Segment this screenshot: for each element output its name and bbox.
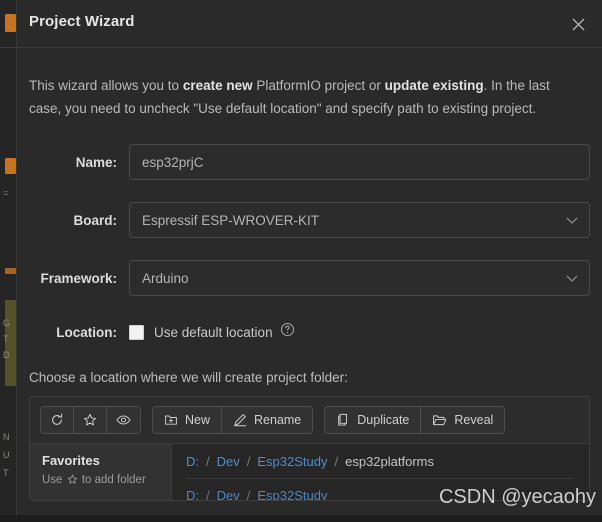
background-text: T: [3, 468, 9, 478]
use-default-location-label: Use default location: [154, 324, 273, 340]
reveal-button[interactable]: Reveal: [421, 407, 505, 433]
framework-select-value: Arduino: [142, 270, 189, 286]
intro-part-1: This wizard allows you to: [29, 78, 183, 93]
board-select[interactable]: Espressif ESP-WROVER-KIT: [129, 202, 590, 238]
background-text: N: [3, 432, 10, 442]
breadcrumb: D: / Dev / Esp32Study / esp32platforms: [186, 454, 575, 469]
chevron-down-icon: [566, 213, 578, 228]
rename-label: Rename: [254, 413, 302, 427]
rename-button[interactable]: Rename: [222, 407, 313, 433]
folder-open-icon: [432, 413, 447, 427]
favorites-hint-before: Use: [42, 474, 66, 486]
dialog-titlebar: Project Wizard: [17, 0, 602, 48]
refresh-button[interactable]: [41, 407, 74, 433]
duplicate-label: Duplicate: [357, 413, 410, 427]
breadcrumb-separator: /: [206, 488, 210, 501]
background-marker: [5, 14, 16, 32]
breadcrumb-item-drive[interactable]: D:: [186, 454, 199, 469]
breadcrumb-secondary: D: / Dev / Esp32Study: [186, 488, 575, 501]
pencil-icon: [233, 413, 247, 427]
background-text: D: [3, 350, 10, 360]
choose-location-label: Choose a location where we will create p…: [29, 370, 348, 385]
breadcrumb-item-drive[interactable]: D:: [186, 488, 199, 500]
breadcrumb-separator: /: [334, 454, 339, 469]
location-label: Location:: [56, 324, 117, 340]
form-row-board: Board: Espressif ESP-WROVER-KIT: [29, 202, 590, 238]
breadcrumb-item-current: esp32platforms: [345, 454, 434, 469]
toolbar-group-edit: New Rename: [152, 406, 314, 434]
form-row-framework: Framework: Arduino: [29, 260, 590, 296]
form-row-name: Name: esp32prjC: [29, 144, 590, 180]
copy-icon: [336, 413, 350, 427]
background-marker: [5, 158, 16, 174]
browser-content: D: / Dev / Esp32Study / esp32platforms D…: [172, 444, 589, 501]
background-marker: [5, 268, 16, 274]
board-select-value: Espressif ESP-WROVER-KIT: [142, 212, 320, 228]
reveal-label: Reveal: [454, 413, 494, 427]
intro-part-2: PlatformIO project or: [252, 78, 385, 93]
intro-text: This wizard allows you to create new Pla…: [29, 74, 581, 120]
background-rule: [0, 47, 16, 48]
eye-icon: [116, 413, 131, 427]
breadcrumb-item-dev[interactable]: Dev: [217, 488, 240, 500]
star-icon: [83, 413, 97, 427]
new-folder-icon: [164, 413, 178, 427]
framework-label: Framework:: [40, 270, 117, 286]
toolbar-group-view: [40, 406, 141, 434]
editor-background-strip: = G T D N U T: [0, 0, 16, 522]
breadcrumb-divider: [186, 478, 575, 479]
name-label: Name:: [75, 154, 117, 170]
breadcrumb-item-dev[interactable]: Dev: [217, 454, 240, 469]
file-browser: New Rename Duplicate Reveal Favorites Us…: [29, 396, 590, 501]
dialog-body: This wizard allows you to create new Pla…: [17, 74, 602, 501]
intro-bold-create-new: create new: [182, 78, 253, 93]
bottom-bar: [0, 515, 602, 522]
toggle-hidden-button[interactable]: [107, 407, 140, 433]
wizard-form: Name: esp32prjC Board: Espressif ESP-WRO…: [29, 144, 590, 342]
new-folder-button[interactable]: New: [153, 407, 223, 433]
toolbar-group-file: Duplicate Reveal: [324, 406, 506, 434]
name-input-value: esp32prjC: [142, 154, 204, 170]
favorites-hint-after: to add folder: [78, 474, 146, 486]
breadcrumb-item-esp32study[interactable]: Esp32Study: [257, 488, 327, 500]
breadcrumb-item-esp32study[interactable]: Esp32Study: [257, 454, 327, 469]
browser-pane: Favorites Use to add folder D: / Dev / E…: [30, 443, 589, 501]
intro-bold-update-existing: update existing: [384, 78, 484, 93]
refresh-icon: [50, 413, 64, 427]
new-folder-label: New: [185, 413, 211, 427]
file-browser-toolbar: New Rename Duplicate Reveal: [30, 397, 589, 443]
form-row-location: Location: Use default location: [29, 322, 590, 342]
star-icon: [67, 474, 78, 488]
background-text: T: [3, 334, 9, 344]
framework-select[interactable]: Arduino: [129, 260, 590, 296]
breadcrumb-separator: /: [246, 454, 251, 469]
duplicate-button[interactable]: Duplicate: [325, 407, 422, 433]
favorites-hint: Use to add folder: [42, 474, 159, 488]
board-label: Board:: [73, 212, 118, 228]
chevron-down-icon: [566, 271, 578, 286]
name-input[interactable]: esp32prjC: [129, 144, 590, 180]
favorites-sidebar: Favorites Use to add folder: [30, 444, 172, 500]
breadcrumb-separator: /: [246, 488, 251, 501]
help-circle-icon[interactable]: [280, 322, 295, 342]
project-wizard-dialog: Project Wizard This wizard allows you to…: [16, 0, 602, 515]
favorite-button[interactable]: [74, 407, 107, 433]
use-default-location-checkbox[interactable]: [129, 324, 144, 340]
background-text: =: [3, 188, 9, 198]
background-text: G: [3, 318, 11, 328]
breadcrumb-separator: /: [206, 454, 210, 469]
favorites-title: Favorites: [42, 453, 100, 468]
page-title: Project Wizard: [29, 13, 135, 30]
background-text: U: [3, 450, 10, 460]
close-icon[interactable]: [564, 10, 592, 38]
